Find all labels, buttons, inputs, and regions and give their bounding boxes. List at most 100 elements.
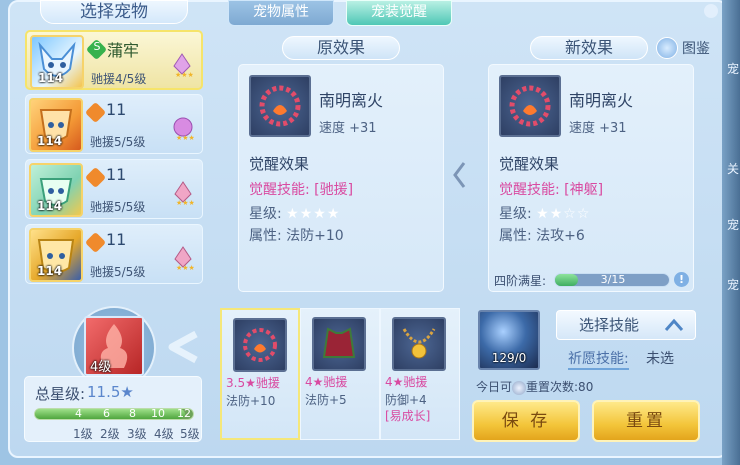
star-grade: 1级 bbox=[73, 427, 93, 441]
equip-name: 南明离火 bbox=[319, 91, 384, 110]
guide-button[interactable]: 图鉴 bbox=[682, 38, 710, 58]
wish-skill-value: 未选 bbox=[646, 351, 674, 367]
fire-ring-icon bbox=[509, 85, 551, 127]
assist-badge-icon: ★★★ bbox=[173, 117, 194, 141]
pet-type-icon bbox=[84, 101, 107, 124]
star-tick: 10 bbox=[151, 407, 165, 420]
wish-orb-count: 129/0 bbox=[491, 351, 527, 365]
star-grade: 3级 bbox=[127, 427, 147, 441]
tier-progress-bar: 3/15 bbox=[554, 273, 670, 287]
material-icon bbox=[312, 317, 366, 371]
pet-avatar: 114 bbox=[29, 98, 83, 152]
pet-name: 11 bbox=[106, 230, 127, 249]
star-grade: 4级 bbox=[154, 427, 174, 441]
total-star-value: 11.5★ bbox=[87, 383, 134, 401]
chevron-left-icon bbox=[168, 330, 198, 364]
star-line-label: 星级: bbox=[249, 206, 282, 222]
new-effect-panel: 南明离火 速度 +31 觉醒效果 觉醒技能: [神躯] 星级: ★★☆☆ 属性:… bbox=[488, 64, 694, 292]
assist-badge-icon: ★★★ bbox=[174, 246, 194, 271]
select-skill-label: 选择技能 bbox=[579, 316, 640, 334]
equip-stat: 速度 +31 bbox=[319, 121, 377, 136]
save-button[interactable]: 保 存 bbox=[472, 400, 580, 442]
equip-stat: 速度 +31 bbox=[569, 121, 627, 136]
material-slot[interactable]: 4★驰援 防御+4 [易成长] bbox=[380, 308, 460, 440]
material-tag: [易成长] bbox=[385, 409, 431, 423]
total-star-bar bbox=[34, 408, 194, 420]
close-icon[interactable] bbox=[704, 4, 718, 18]
reset-button[interactable]: 重置 bbox=[592, 400, 700, 442]
star-tick: 12 bbox=[177, 407, 191, 420]
coin-icon bbox=[512, 380, 527, 395]
material-slot[interactable]: 4★驰援 法防+5 bbox=[300, 308, 380, 440]
pet-avatar: 114 bbox=[29, 163, 83, 217]
pet-avatar: 114 bbox=[30, 35, 84, 89]
side-strip-char: 宠 bbox=[727, 62, 740, 76]
material-star-skill: 3.5★驰援 bbox=[226, 376, 280, 390]
pet-name: 蒲牢 bbox=[107, 41, 140, 60]
wish-orb-item[interactable]: 129/0 bbox=[478, 310, 540, 370]
svg-text:★★★: ★★★ bbox=[176, 134, 194, 141]
armor-vest-icon bbox=[322, 327, 356, 358]
pet-card[interactable]: 114 S 蒲牢 驰援4/5级 ★★★ bbox=[25, 30, 203, 90]
pet-card[interactable]: 114 11 驰援5/5级 ★★★ bbox=[25, 94, 203, 154]
original-effect-header: 原效果 bbox=[282, 36, 400, 60]
pet-card[interactable]: 114 11 驰援5/5级 ★★★ bbox=[25, 159, 203, 219]
fire-ring-icon bbox=[243, 328, 277, 362]
reset-count-suffix: 重置次数:80 bbox=[526, 380, 594, 394]
star-tick: 6 bbox=[103, 407, 110, 420]
pet-card[interactable]: 114 11 驰援5/5级 ★★★ bbox=[25, 224, 203, 284]
chevron-up-icon[interactable] bbox=[664, 318, 684, 332]
total-star-panel: 总星级: 11.5★ 4 6 8 10 12 1级 2级 3级 4级 5级 bbox=[24, 376, 202, 442]
pet-assist-level: 驰援5/5级 bbox=[90, 135, 146, 149]
total-star-label: 总星级: bbox=[35, 385, 86, 403]
svg-text:★★★: ★★★ bbox=[176, 199, 194, 206]
star-line-stars: ★★☆☆ bbox=[536, 206, 591, 222]
material-star-skill: 4★驰援 bbox=[385, 375, 428, 389]
equip-icon[interactable] bbox=[249, 75, 311, 137]
star-line-stars: ★★★★ bbox=[286, 206, 341, 222]
assist-skill-level: 4级 bbox=[90, 360, 112, 375]
original-effect-panel: 南明离火 速度 +31 觉醒效果 觉醒技能: [驰援] 星级: ★★★★ 属性:… bbox=[238, 64, 444, 292]
material-attribute: 法防+10 bbox=[226, 394, 276, 408]
material-attribute: 法防+5 bbox=[305, 393, 347, 407]
material-icon bbox=[233, 318, 287, 372]
pet-name: 11 bbox=[106, 165, 127, 184]
tab-equip-awaken[interactable]: 宠装觉醒 bbox=[346, 0, 452, 26]
pet-level: 114 bbox=[37, 199, 63, 213]
side-strip-char: 关 bbox=[727, 162, 740, 176]
fire-ring-icon bbox=[259, 85, 301, 127]
svg-text:★★★: ★★★ bbox=[175, 71, 193, 78]
reset-count-info: 今日可 重置次数:80 bbox=[476, 378, 593, 395]
tier-progress-text: 3/15 bbox=[600, 273, 626, 286]
awaken-effect-title: 觉醒效果 bbox=[249, 155, 310, 173]
equip-icon[interactable] bbox=[499, 75, 561, 137]
star-line: 星级: ★★☆☆ bbox=[499, 203, 590, 223]
attribute-line: 属性: 法防+10 bbox=[249, 228, 344, 244]
star-tick: 4 bbox=[75, 407, 82, 420]
pet-assist-level: 驰援4/5级 bbox=[91, 72, 147, 86]
pet-list-title: 选择宠物 bbox=[40, 0, 188, 24]
star-grade: 5级 bbox=[180, 427, 200, 441]
pet-type-icon bbox=[84, 166, 107, 189]
wish-skill-label[interactable]: 祈愿技能: bbox=[568, 348, 629, 370]
star-line: 星级: ★★★★ bbox=[249, 203, 340, 223]
pet-name: 11 bbox=[106, 100, 127, 119]
info-icon[interactable]: ! bbox=[674, 272, 689, 287]
tab-pet-attributes[interactable]: 宠物属性 bbox=[228, 0, 334, 26]
pet-type-icon bbox=[84, 231, 107, 254]
reset-count-prefix: 今日可 bbox=[476, 380, 513, 394]
pet-assist-level: 驰援5/5级 bbox=[90, 200, 146, 214]
material-icon bbox=[392, 317, 446, 371]
star-line-label: 星级: bbox=[499, 206, 532, 222]
tier-progress-label: 四阶满星: bbox=[494, 274, 547, 288]
pet-list[interactable]: 114 S 蒲牢 驰援4/5级 ★★★ 114 11 驰援5/5级 ★★★ 11… bbox=[22, 28, 206, 294]
material-slot[interactable]: 3.5★驰援 法防+10 bbox=[220, 308, 300, 440]
pet-level: 114 bbox=[38, 71, 64, 85]
equip-name: 南明离火 bbox=[569, 91, 634, 110]
svg-text:★★★: ★★★ bbox=[176, 264, 194, 271]
book-icon[interactable] bbox=[656, 37, 678, 59]
attribute-line: 属性: 法攻+6 bbox=[499, 228, 585, 244]
awaken-skill-line: 觉醒技能: [驰援] bbox=[249, 182, 354, 198]
assist-badge-icon: ★★★ bbox=[174, 181, 194, 206]
necklace-icon bbox=[402, 328, 436, 359]
